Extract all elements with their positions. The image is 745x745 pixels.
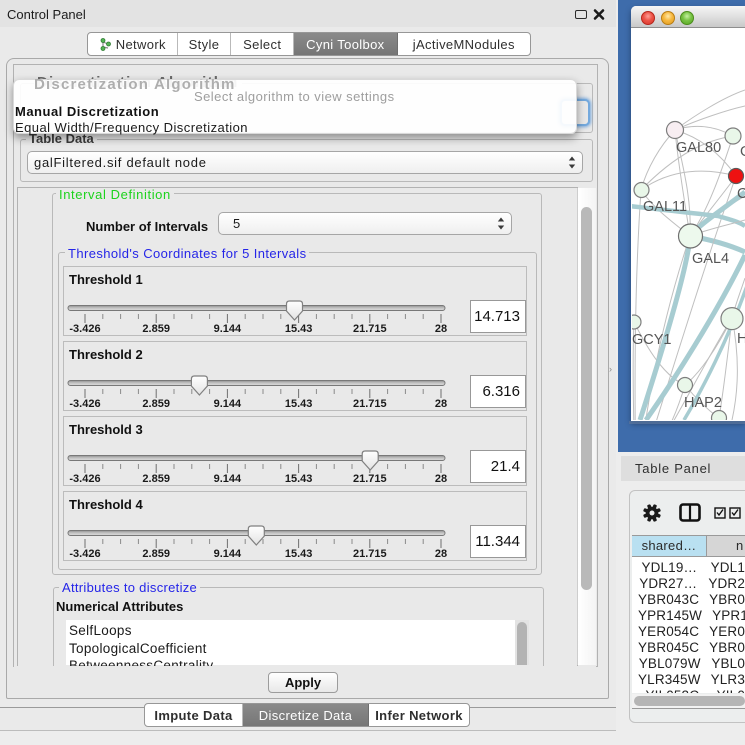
svg-text:28: 28: [435, 473, 447, 484]
svg-text:H: H: [737, 331, 745, 347]
svg-text:21.715: 21.715: [353, 548, 387, 559]
svg-text:C: C: [737, 186, 745, 202]
svg-text:GAL80: GAL80: [676, 140, 721, 156]
svg-text:21.715: 21.715: [353, 398, 387, 409]
svg-text:9.144: 9.144: [214, 473, 242, 484]
svg-text:28: 28: [435, 323, 447, 334]
svg-text:HAP2: HAP2: [684, 395, 722, 411]
svg-text:GCY1: GCY1: [632, 332, 672, 348]
svg-text:28: 28: [435, 548, 447, 559]
svg-text:9.144: 9.144: [214, 323, 242, 334]
svg-text:2.859: 2.859: [142, 548, 170, 559]
svg-text:GAL11: GAL11: [643, 199, 687, 215]
svg-text:15.43: 15.43: [285, 548, 313, 559]
svg-text:-3.426: -3.426: [69, 398, 100, 409]
svg-text:-3.426: -3.426: [69, 323, 100, 334]
svg-text:2.859: 2.859: [142, 398, 170, 409]
svg-text:9.144: 9.144: [214, 398, 242, 409]
svg-text:28: 28: [435, 398, 447, 409]
svg-text:15.43: 15.43: [285, 473, 313, 484]
svg-text:GA: GA: [740, 144, 745, 160]
svg-text:-3.426: -3.426: [69, 473, 100, 484]
svg-text:21.715: 21.715: [353, 323, 387, 334]
svg-text:-3.426: -3.426: [69, 548, 100, 559]
svg-text:15.43: 15.43: [285, 398, 313, 409]
svg-text:2.859: 2.859: [142, 323, 170, 334]
svg-text:2.859: 2.859: [142, 473, 170, 484]
svg-text:GAL4: GAL4: [692, 251, 729, 267]
svg-text:9.144: 9.144: [214, 548, 242, 559]
svg-text:21.715: 21.715: [353, 473, 387, 484]
svg-text:15.43: 15.43: [285, 323, 313, 334]
